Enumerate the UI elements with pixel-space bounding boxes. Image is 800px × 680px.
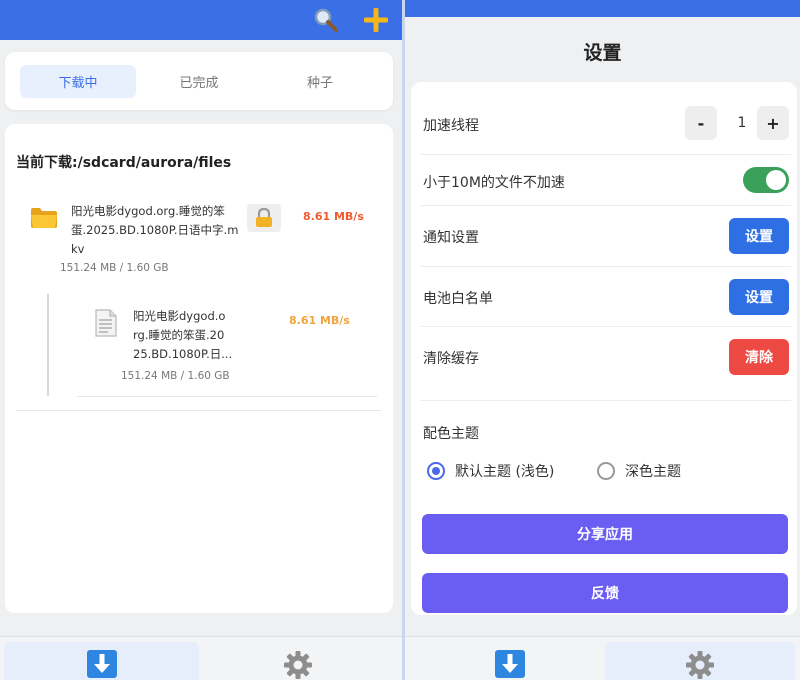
theme-title: 配色主题 — [423, 426, 479, 442]
bottom-nav — [0, 636, 402, 680]
download-icon — [86, 650, 117, 678]
tab-completed[interactable]: 已完成 — [141, 65, 257, 98]
download-size: 151.24 MB / 1.60 GB — [60, 262, 169, 274]
lock-icon — [256, 208, 272, 227]
nav-settings[interactable] — [605, 642, 795, 680]
notify-label: 通知设置 — [423, 230, 479, 246]
gear-icon — [283, 651, 312, 679]
list-item-name[interactable]: 阳光电影dygod.o rg.睡觉的笨蛋.20 25.BD.1080P.日... — [133, 307, 278, 364]
nav-settings[interactable] — [200, 642, 395, 680]
radio-selected-icon — [427, 462, 445, 480]
nav-downloads[interactable] — [4, 642, 199, 680]
threads-increment-button[interactable]: + — [757, 106, 789, 140]
file-icon — [95, 309, 117, 337]
threads-value: 1 — [737, 115, 747, 131]
divider — [421, 400, 791, 401]
page-title: 设置 — [583, 42, 622, 64]
list-item-name[interactable]: 阳光电影dygod.org.睡觉的笨 蛋.2025.BD.1080P.日语中字.… — [71, 202, 246, 259]
current-path: 当前下载:/sdcard/aurora/files — [16, 155, 232, 171]
battery-label: 电池白名单 — [423, 291, 493, 307]
settings-pane: 设置 加速线程 - 1 + 小于10M的文件不加速 通知设置 设置 电池白名单 … — [405, 0, 800, 680]
small-file-label: 小于10M的文件不加速 — [423, 175, 565, 191]
folder-icon — [30, 207, 58, 229]
small-file-toggle[interactable] — [743, 167, 789, 193]
divider — [421, 154, 791, 155]
share-app-button[interactable]: 分享应用 — [422, 514, 788, 554]
tab-torrents[interactable]: 种子 — [262, 65, 378, 98]
download-icon — [495, 650, 525, 678]
clear-cache-button[interactable]: 清除 — [729, 339, 789, 375]
download-speed: 8.61 MB/s — [289, 314, 350, 327]
top-app-bar — [0, 0, 402, 40]
settings-card: 加速线程 - 1 + 小于10M的文件不加速 通知设置 设置 电池白名单 设置 … — [411, 82, 797, 615]
feedback-button[interactable]: 反馈 — [422, 573, 788, 613]
radio-unselected-icon — [597, 462, 615, 480]
battery-settings-button[interactable]: 设置 — [729, 279, 789, 315]
divider — [16, 410, 381, 411]
add-icon[interactable] — [360, 4, 392, 36]
download-tabs: 下载中 已完成 种子 — [5, 52, 393, 110]
divider — [421, 326, 791, 327]
nav-downloads[interactable] — [415, 642, 605, 680]
divider — [421, 205, 791, 206]
divider — [421, 266, 791, 267]
search-icon[interactable] — [310, 4, 342, 36]
notify-settings-button[interactable]: 设置 — [729, 218, 789, 254]
downloads-pane: 下载中 已完成 种子 当前下载:/sdcard/aurora/files 阳光电… — [0, 0, 402, 680]
tab-downloading[interactable]: 下载中 — [20, 65, 136, 98]
bottom-nav — [405, 636, 800, 680]
cache-label: 清除缓存 — [423, 351, 479, 367]
threads-decrement-button[interactable]: - — [685, 106, 717, 140]
theme-light-radio[interactable]: 默认主题 (浅色) — [427, 461, 554, 481]
gear-icon — [686, 651, 714, 679]
threads-label: 加速线程 — [423, 118, 479, 134]
tree-connector — [47, 294, 49, 396]
divider — [77, 396, 377, 397]
download-list: 当前下载:/sdcard/aurora/files 阳光电影dygod.org.… — [5, 124, 393, 613]
theme-dark-radio[interactable]: 深色主题 — [597, 461, 681, 481]
lock-button[interactable] — [247, 204, 281, 232]
download-size: 151.24 MB / 1.60 GB — [121, 370, 230, 382]
download-speed: 8.61 MB/s — [303, 210, 364, 223]
top-app-bar — [405, 0, 800, 17]
